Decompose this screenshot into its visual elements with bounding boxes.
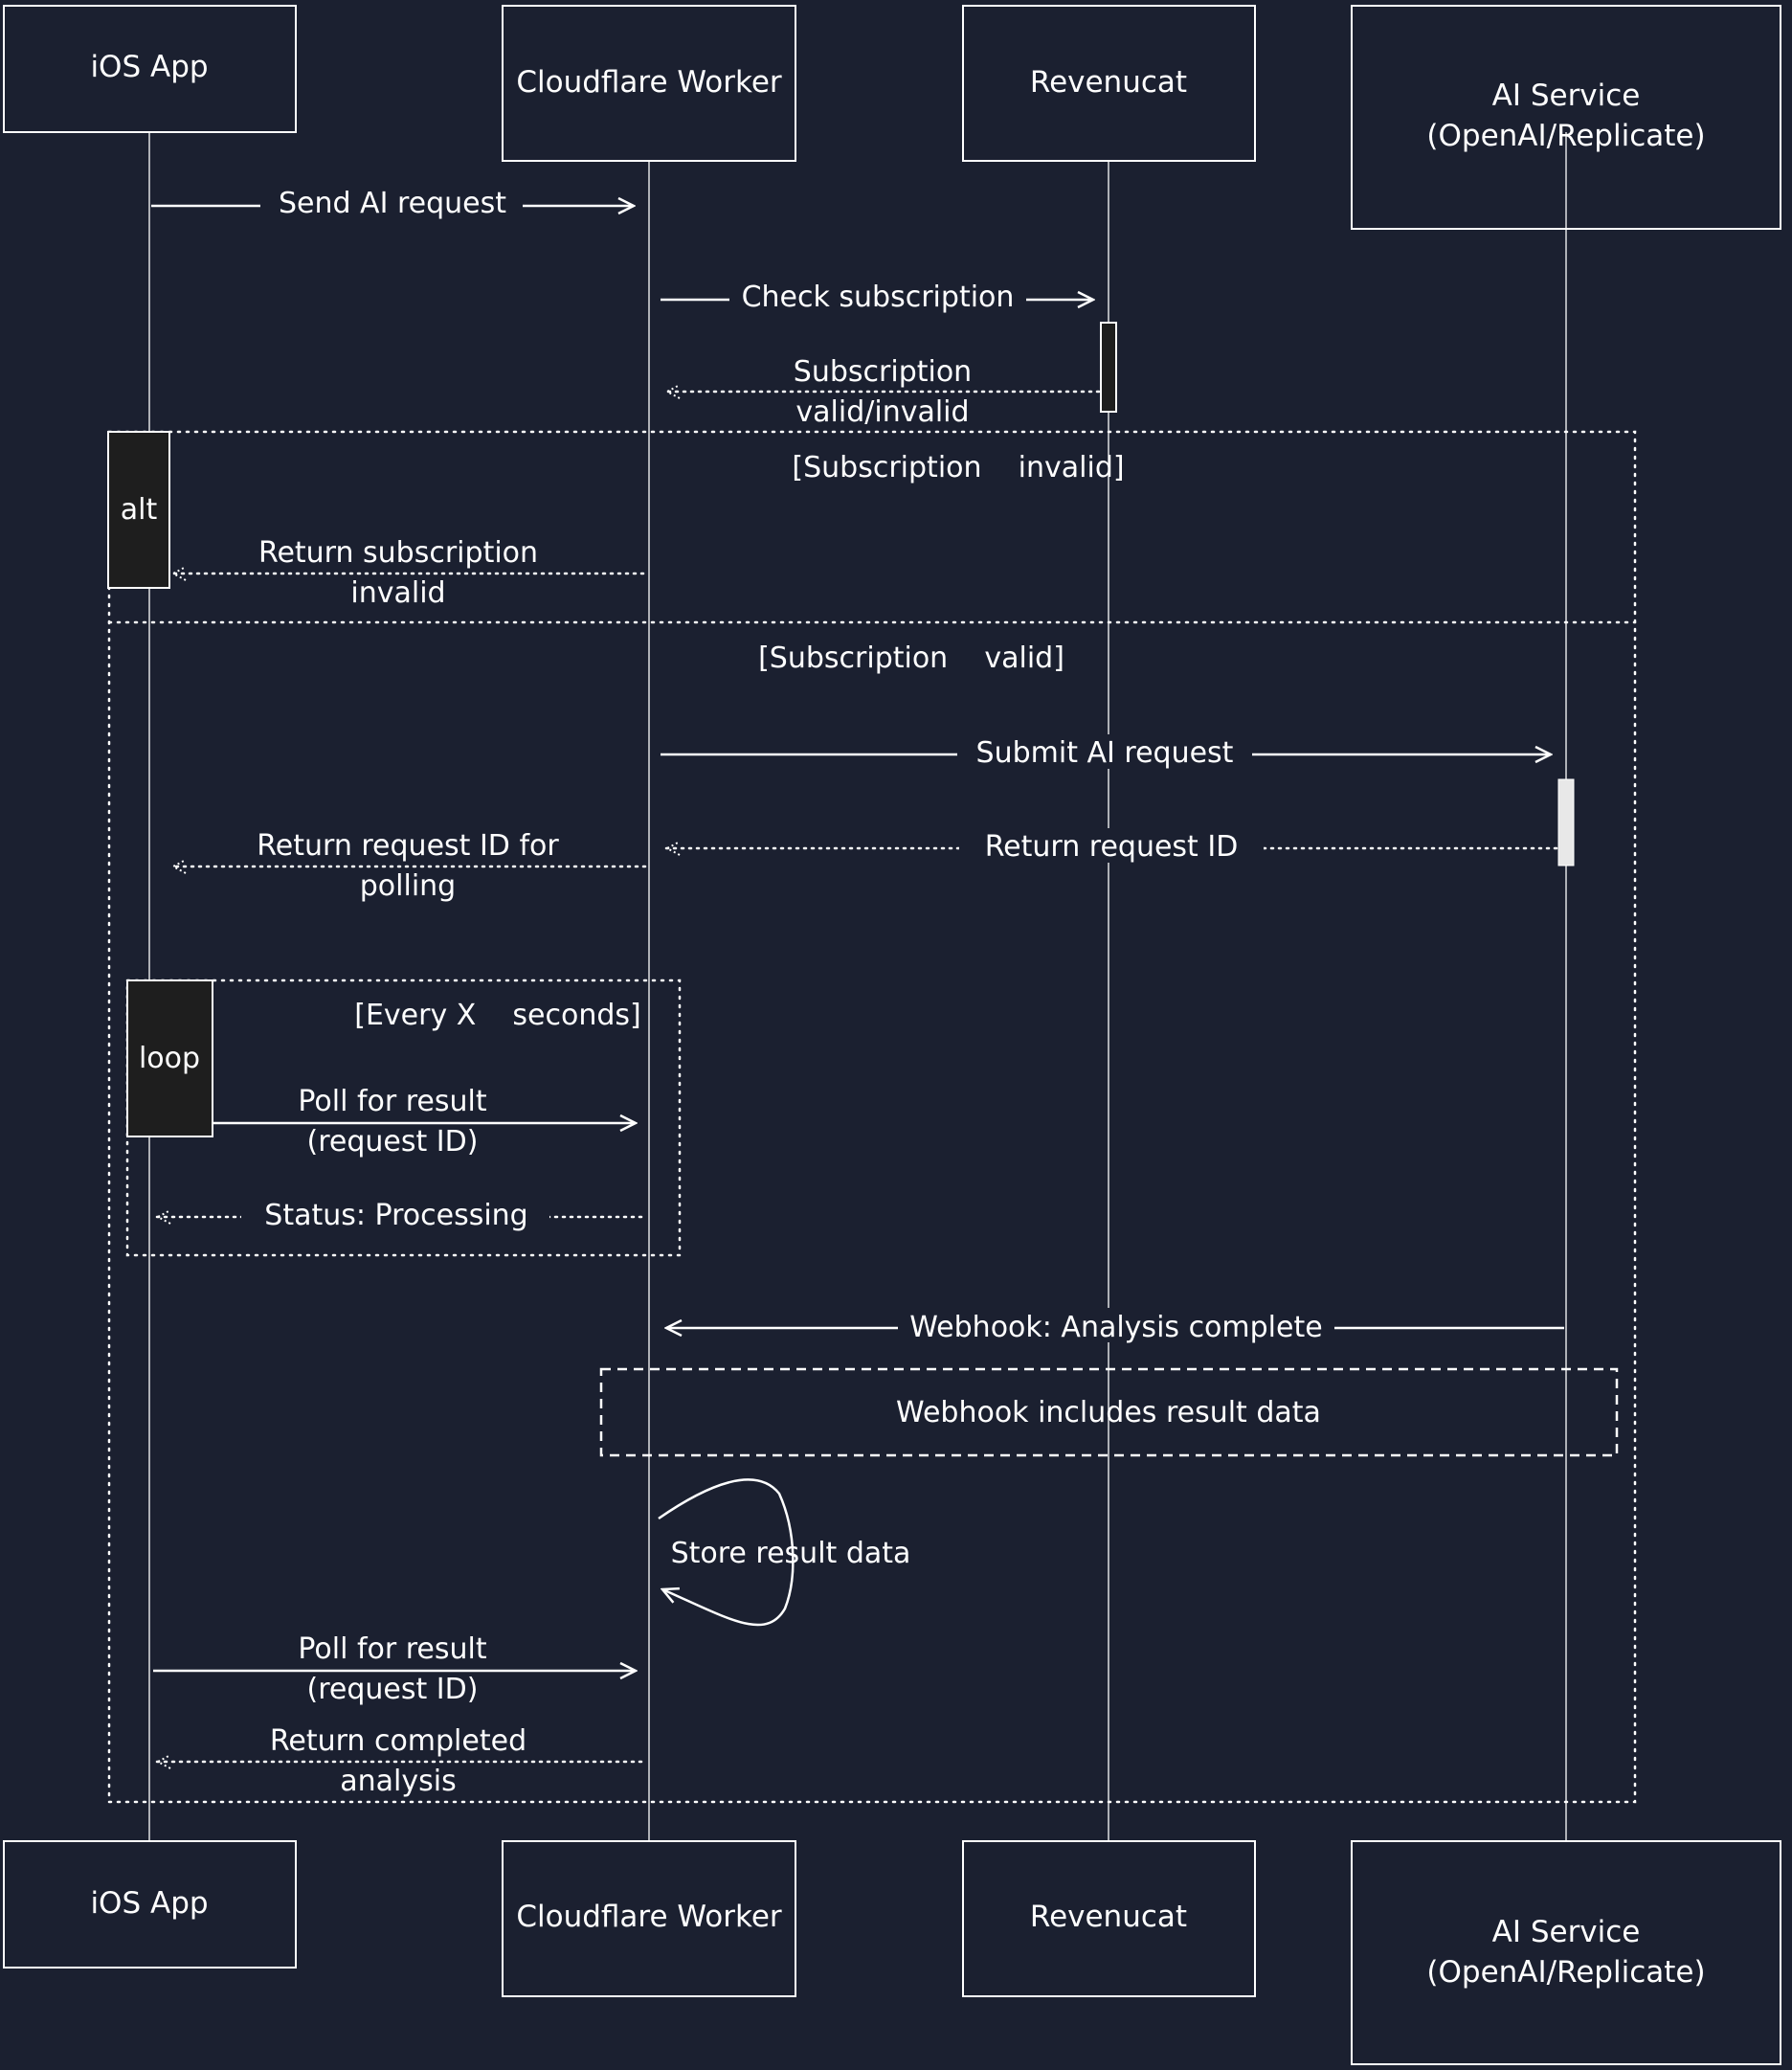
message-send-ai-request: Send AI request <box>151 186 634 220</box>
participant-ai-bottom[interactable]: AI Service (OpenAI/Replicate) <box>1351 1840 1781 2065</box>
participant-ios-top[interactable]: iOS App <box>3 5 297 133</box>
loop-tag-label: loop <box>139 1042 200 1075</box>
participant-label-line1: AI Service <box>1492 79 1641 113</box>
participant-ios-bottom[interactable]: iOS App <box>3 1840 297 1969</box>
activation-revenucat <box>1100 322 1117 413</box>
message-label: Return request ID <box>985 830 1239 864</box>
message-label-line1: Return request ID for <box>257 829 559 863</box>
alt-condition-valid: [Subscription valid] <box>758 641 1064 675</box>
message-return-completed-analysis: Return completed analysis <box>157 1724 643 1798</box>
activation-ai-service <box>1557 778 1575 866</box>
participant-label: Revenucat <box>1030 65 1187 100</box>
message-return-subscription-invalid: Return subscription invalid <box>172 536 645 610</box>
message-label-line1: Subscription <box>794 355 972 389</box>
alt-tag-label: alt <box>121 493 158 527</box>
message-label-line2: (request ID) <box>307 1125 479 1159</box>
participant-label: iOS App <box>90 1886 208 1921</box>
note-text: Webhook includes result data <box>896 1396 1321 1429</box>
message-label: Send AI request <box>279 187 506 220</box>
message-label-line1: Return completed <box>270 1724 526 1758</box>
participant-rc-top[interactable]: Revenucat <box>962 5 1256 162</box>
message-label: Submit AI request <box>976 736 1234 770</box>
participant-label-line2: (OpenAI/Replicate) <box>1426 1955 1705 1990</box>
message-webhook-analysis-complete: Webhook: Analysis complete <box>666 1308 1564 1344</box>
message-store-result-data: Store result data <box>658 1478 911 1627</box>
message-return-request-id: Return request ID <box>666 828 1558 864</box>
alt-condition-invalid: [Subscription invalid] <box>792 451 1124 484</box>
message-label: Store result data <box>671 1537 911 1570</box>
message-label-line2: invalid <box>350 576 445 610</box>
participant-label: Cloudflare Worker <box>516 65 782 100</box>
message-check-subscription: Check subscription <box>661 280 1093 314</box>
message-submit-ai-request: Submit AI request <box>661 734 1551 770</box>
participant-label: Revenucat <box>1030 1900 1187 1934</box>
message-label-line2: (request ID) <box>307 1673 479 1706</box>
message-subscription-status: Subscription valid/invalid <box>666 355 1101 429</box>
message-status-processing: Status: Processing <box>157 1197 643 1232</box>
message-label-line2: polling <box>360 869 456 903</box>
message-poll-for-result: Poll for result (request ID) <box>153 1632 636 1706</box>
sequence-diagram: iOS App Cloudflare Worker Revenucat AI S… <box>3 5 1781 2065</box>
message-label: Webhook: Analysis complete <box>909 1311 1322 1344</box>
participant-label-line1: AI Service <box>1492 1915 1641 1949</box>
message-label-line1: Return subscription <box>258 536 538 570</box>
participant-rc-bottom[interactable]: Revenucat <box>962 1840 1256 1997</box>
message-label-line1: Poll for result <box>298 1632 486 1666</box>
message-label-line2: analysis <box>340 1765 456 1798</box>
message-label-line1: Poll for result <box>298 1085 486 1118</box>
participant-label: Cloudflare Worker <box>516 1900 782 1934</box>
message-label: Check subscription <box>742 281 1015 314</box>
message-poll-for-result-loop: Poll for result (request ID) <box>213 1085 636 1159</box>
loop-condition: [Every X seconds] <box>354 999 641 1032</box>
participant-cf-top[interactable]: Cloudflare Worker <box>502 5 796 162</box>
message-label-line2: valid/invalid <box>795 395 969 429</box>
participant-cf-bottom[interactable]: Cloudflare Worker <box>502 1840 796 1997</box>
message-return-request-id-for-polling: Return request ID for polling <box>172 829 647 903</box>
participant-label: iOS App <box>90 50 208 84</box>
message-label: Status: Processing <box>264 1199 527 1232</box>
